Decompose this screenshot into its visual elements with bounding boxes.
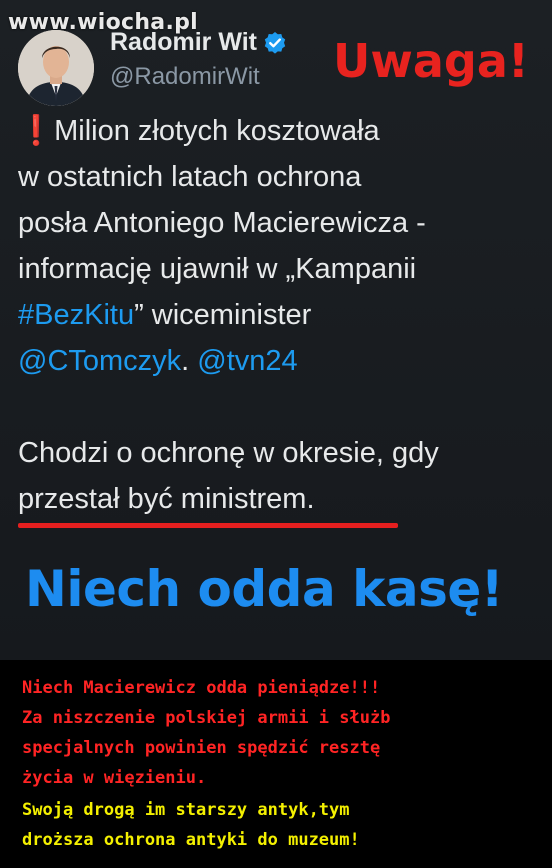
tweet-line-1-text: Milion złotych kosztowała [54, 115, 380, 147]
tweet-screenshot-panel: www.wiocha.pl Radomir Wit @RadomirWit Uw… [0, 0, 552, 660]
tweet-line-5-rest: ” wiceminister [134, 299, 312, 331]
tweet-body: ❗Milion złotych kosztowała w ostatnich l… [18, 108, 543, 522]
caption-yellow-line-2: droższa ochrona antyki do muzeum! [22, 830, 360, 850]
verified-badge-icon [264, 31, 286, 54]
mention-separator: . [181, 345, 198, 377]
hashtag-link[interactable]: #BezKitu [18, 299, 134, 331]
author-name-row[interactable]: Radomir Wit [110, 28, 287, 57]
caption-red-line-1: Niech Macierewicz odda pieniądze!!! [22, 678, 381, 698]
tweet-para2-line-1: Chodzi o ochronę w okresie, gdy [18, 437, 439, 469]
caption-red-line-2: Za niszczenie polskiej armii i służb [22, 708, 391, 728]
author-name[interactable]: Radomir Wit [110, 28, 257, 57]
tweet-line-3: posła Antoniego Macierewicza - [18, 207, 426, 239]
exclamation-icon: ❗ [18, 115, 55, 147]
tweet-line-2: w ostatnich latach ochrona [18, 161, 362, 193]
meme-caption: Niech Macierewicz odda pieniądze!!! Za n… [0, 660, 552, 868]
tweet-line-6: @CTomczyk. @tvn24 [18, 338, 543, 384]
headline-overlay: Niech odda kasę! [25, 560, 504, 618]
mention-link-tvn24[interactable]: @tvn24 [197, 345, 297, 377]
warning-overlay-label: Uwaga! [333, 34, 529, 88]
tweet-para2-line-2: przestał być ministrem. [18, 483, 315, 515]
tweet-line-1: ❗Milion złotych kosztowała [18, 108, 543, 154]
caption-red-line-4: życia w więzieniu. [22, 768, 207, 788]
caption-yellow-line-1: Swoją drogą im starszy antyk,tym [22, 800, 350, 820]
person-portrait-icon [18, 30, 94, 106]
avatar[interactable] [18, 30, 94, 106]
red-underline-divider [18, 523, 398, 528]
caption-red-line-3: specjalnych powinien spędzić resztę [22, 738, 381, 758]
author-handle[interactable]: @RadomirWit [110, 63, 260, 91]
tweet-line-4: informację ujawnił w „Kampanii [18, 253, 417, 285]
mention-link-ctomczyk[interactable]: @CTomczyk [18, 345, 181, 377]
tweet-line-5: #BezKitu” wiceminister [18, 292, 543, 338]
